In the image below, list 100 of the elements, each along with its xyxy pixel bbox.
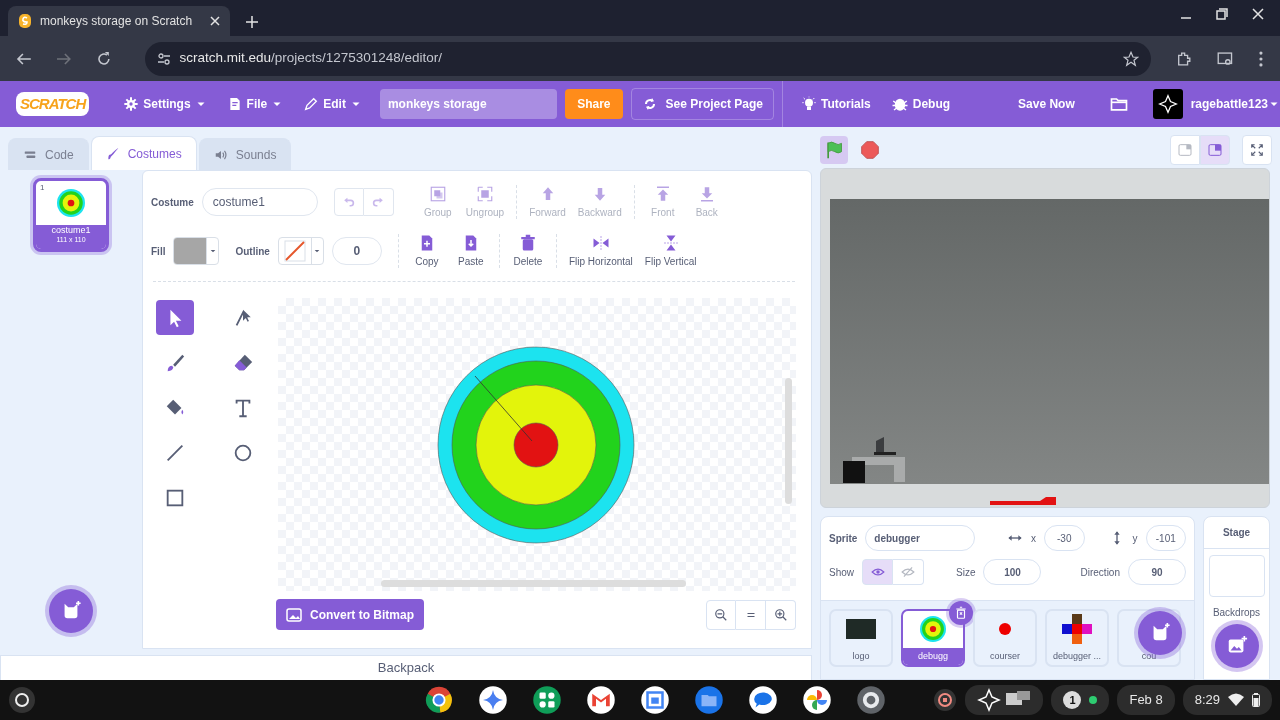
costume-name-field[interactable]: costume1 bbox=[201, 188, 318, 216]
screen-search-icon[interactable] bbox=[1216, 49, 1235, 68]
clock-time: 8:29 bbox=[1194, 691, 1220, 710]
address-bar[interactable]: scratch.mit.edu/projects/1275301248/editor/ bbox=[145, 41, 1151, 76]
x-field[interactable]: -30 bbox=[1044, 525, 1085, 551]
costume-label: Costume bbox=[151, 195, 194, 210]
paint-tool-button[interactable] bbox=[156, 300, 194, 335]
stage-layout-button[interactable] bbox=[1200, 134, 1230, 165]
editor-tab[interactable]: Sounds bbox=[198, 138, 292, 170]
sprite-name: cou bbox=[1141, 650, 1157, 661]
folder-app-icon[interactable] bbox=[694, 685, 724, 715]
battery-icon bbox=[1252, 693, 1260, 707]
notification-tray[interactable]: 1 bbox=[1051, 685, 1110, 715]
favicon-icon bbox=[18, 13, 32, 29]
mail-app-icon[interactable] bbox=[586, 685, 616, 715]
launcher-icon[interactable] bbox=[8, 686, 36, 714]
close-icon[interactable] bbox=[1252, 8, 1264, 20]
backpack-bar[interactable]: Backpack bbox=[0, 655, 812, 680]
menu-button[interactable]: Edit bbox=[293, 81, 372, 127]
caret-icon bbox=[313, 247, 322, 255]
backdrop-thumbnail[interactable] bbox=[1208, 555, 1265, 597]
zoom-in-button[interactable] bbox=[766, 599, 796, 630]
toolbar-button[interactable]: Copy bbox=[406, 234, 447, 268]
zoom-out-button[interactable] bbox=[706, 599, 736, 630]
round-app-icon[interactable] bbox=[424, 685, 454, 715]
edit-icon bbox=[303, 96, 320, 112]
sprite-tile[interactable]: debugger ... bbox=[1045, 609, 1109, 667]
outline-color-picker[interactable] bbox=[277, 237, 324, 265]
fullscreen-button[interactable] bbox=[1242, 134, 1272, 165]
notification-count: 1 bbox=[1063, 691, 1082, 709]
convert-to-bitmap-button[interactable]: Convert to Bitmap bbox=[276, 599, 424, 630]
url-text: scratch.mit.edu/projects/1275301248/editor/ bbox=[179, 49, 443, 68]
bulb-icon bbox=[800, 96, 817, 112]
toolbar-button[interactable]: Delete bbox=[507, 234, 548, 268]
sprite-tile[interactable]: courser bbox=[973, 609, 1037, 667]
fill-label: Fill bbox=[151, 244, 166, 259]
size-label: Size bbox=[956, 565, 976, 580]
costume-name: costume1 bbox=[50, 225, 92, 237]
sprite-tile[interactable]: debugg bbox=[901, 609, 965, 667]
caret-icon bbox=[208, 247, 217, 255]
save-now-button[interactable]: Save Now bbox=[1008, 81, 1085, 127]
toolbar-button[interactable]: Flip Horizontal bbox=[564, 234, 637, 268]
redo-icon bbox=[371, 195, 385, 209]
fliph-icon bbox=[591, 234, 610, 252]
sparkle-app-icon[interactable] bbox=[478, 685, 508, 715]
layout-icon bbox=[1207, 141, 1223, 158]
delete-icon bbox=[518, 234, 537, 252]
chat-app-icon[interactable] bbox=[748, 685, 778, 715]
menu-button[interactable]: Settings bbox=[113, 81, 217, 127]
tutorials-button[interactable]: Tutorials bbox=[790, 81, 881, 127]
tab-title: monkeys storage on Scratch bbox=[40, 13, 194, 30]
username[interactable]: ragebattle123 bbox=[1190, 95, 1268, 113]
reload-icon[interactable] bbox=[95, 50, 112, 67]
status-dot-icon bbox=[1089, 696, 1098, 704]
outline-width-field[interactable]: 0 bbox=[331, 237, 382, 265]
target-thumbnail bbox=[57, 189, 85, 217]
tray-apps[interactable] bbox=[965, 685, 1044, 715]
sprite-tile[interactable]: logo bbox=[829, 609, 893, 667]
backdrops-label: Backdrops bbox=[1212, 606, 1261, 620]
run-flag-button[interactable] bbox=[820, 135, 848, 164]
stop-icon bbox=[860, 139, 880, 160]
grid-app-icon[interactable] bbox=[532, 685, 562, 715]
status-tray[interactable]: 8:29 bbox=[1182, 685, 1272, 715]
editor-tab[interactable]: Code bbox=[8, 138, 89, 170]
add-backdrop-button[interactable] bbox=[1214, 624, 1259, 668]
y-field[interactable]: -101 bbox=[1145, 525, 1186, 551]
project-page-button[interactable]: See Project Page bbox=[630, 88, 774, 120]
close-icon[interactable] bbox=[210, 16, 220, 26]
toolbar-button[interactable]: Flip Vertical bbox=[640, 234, 701, 268]
add-costume-button[interactable] bbox=[49, 589, 93, 633]
new-tab-icon[interactable] bbox=[246, 16, 258, 28]
stop-recording-icon[interactable] bbox=[933, 688, 958, 712]
zoom-out-icon bbox=[714, 607, 728, 622]
show-button[interactable] bbox=[862, 559, 893, 585]
tune-icon[interactable] bbox=[157, 51, 172, 66]
vertical-scrollbar[interactable] bbox=[785, 378, 792, 504]
date-button[interactable]: Feb 8 bbox=[1117, 685, 1175, 715]
debug-button[interactable]: Debug bbox=[880, 81, 961, 127]
target-thumbnail bbox=[920, 616, 946, 643]
browser-tab[interactable]: monkeys storage on Scratch bbox=[8, 6, 230, 36]
direction-field[interactable]: 90 bbox=[1128, 559, 1186, 585]
group-icon bbox=[428, 185, 447, 203]
fill-color-picker[interactable] bbox=[173, 237, 220, 265]
sprite-name: debugger ... bbox=[1052, 650, 1101, 661]
bookmark-star-icon[interactable] bbox=[1122, 50, 1139, 67]
toolbar-button[interactable]: Paste bbox=[450, 234, 491, 268]
size-field[interactable]: 100 bbox=[983, 559, 1042, 585]
editor-tab[interactable]: Costumes bbox=[90, 136, 197, 170]
sprite-name: debugg bbox=[917, 650, 948, 661]
pinwheel-app-icon[interactable] bbox=[802, 685, 832, 715]
menu-button[interactable]: File bbox=[216, 81, 294, 127]
horizontal-scrollbar[interactable] bbox=[381, 580, 686, 587]
sprite-name: courser bbox=[990, 650, 1020, 661]
avatar-icon[interactable] bbox=[1152, 89, 1183, 119]
y-label: y bbox=[1132, 531, 1138, 546]
more-menu-icon[interactable] bbox=[1258, 50, 1264, 67]
delete-sprite-button[interactable] bbox=[949, 601, 973, 625]
show-label: Show bbox=[829, 565, 854, 580]
restore-icon[interactable] bbox=[1216, 8, 1228, 20]
sprite-name-field[interactable]: debugger bbox=[865, 525, 975, 551]
